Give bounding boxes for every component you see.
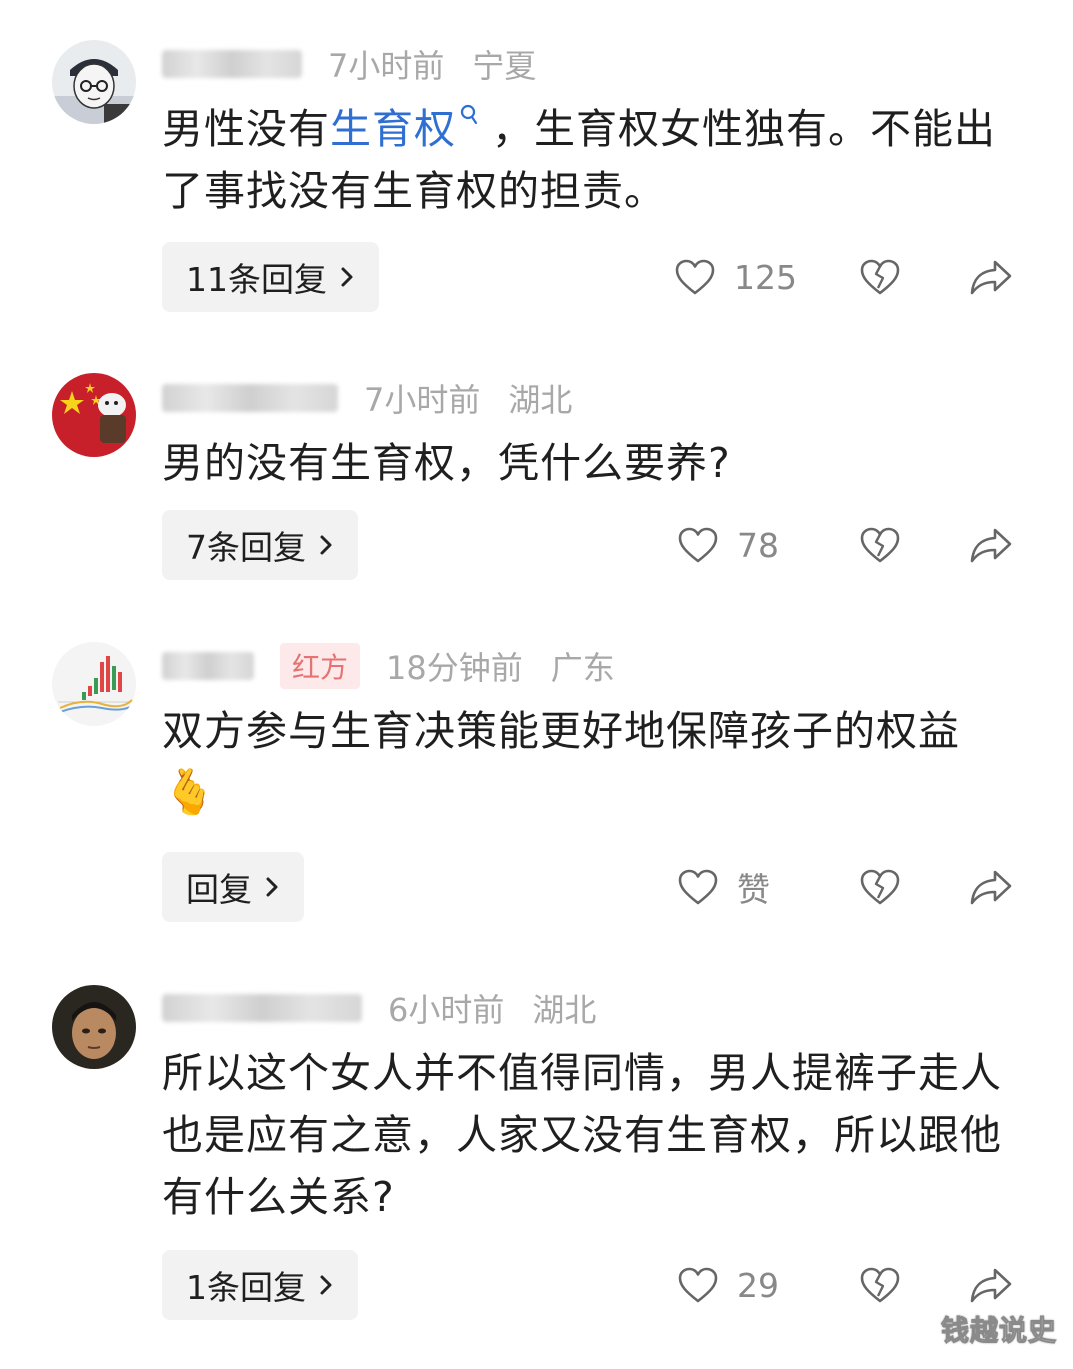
share-icon [970, 870, 1012, 905]
broken-heart-icon [860, 259, 900, 295]
dislike-button[interactable] [859, 526, 901, 564]
watermark: 钱越说史 [940, 1314, 1057, 1348]
comment-location: 湖北 [532, 991, 597, 1029]
comment-time: 6小时前 [388, 991, 505, 1029]
search-link-label: 生育权 [330, 105, 456, 153]
heart-icon [675, 259, 715, 295]
comment-location: 广东 [550, 649, 615, 687]
share-button[interactable] [969, 868, 1013, 906]
avatar[interactable] [52, 642, 136, 726]
username-blurred[interactable] [162, 384, 338, 412]
username-blurred[interactable] [162, 50, 302, 78]
like-count: 29 [737, 1265, 779, 1305]
view-replies-button[interactable]: 7条回复 [162, 510, 358, 580]
chevron-right-icon [320, 535, 332, 555]
search-link[interactable]: 生育权 [330, 104, 492, 153]
share-icon [970, 528, 1012, 563]
reply-button[interactable]: 回复 [162, 852, 304, 922]
comment-location: 湖北 [508, 381, 573, 419]
avatar[interactable] [52, 985, 136, 1069]
comment-text-part: 男性没有 [162, 105, 330, 153]
comment-actions: 赞 [677, 852, 1013, 922]
comment-time: 7小时前 [364, 381, 481, 419]
broken-heart-icon [860, 1267, 900, 1303]
like-count: 赞 [737, 870, 770, 909]
like-count: 125 [734, 257, 797, 297]
view-replies-button[interactable]: 1条回复 [162, 1250, 358, 1320]
chevron-right-icon [266, 877, 278, 897]
reply-count-label: 11条回复 [186, 260, 327, 299]
comment-time: 7小时前 [328, 47, 445, 85]
like-button[interactable]: 赞 [677, 863, 797, 911]
comment-actions: 125 [674, 242, 1013, 312]
dislike-button[interactable] [859, 258, 901, 296]
side-tag-badge: 红方 [280, 643, 361, 689]
dislike-button[interactable] [859, 1266, 901, 1304]
username-blurred[interactable] [162, 994, 362, 1022]
reply-count-label: 7条回复 [186, 528, 306, 567]
like-button[interactable]: 29 [677, 1266, 797, 1305]
comment-meta: 7小时前 宁夏 [162, 44, 537, 85]
username-blurred[interactable] [162, 652, 254, 680]
reply-label: 回复 [186, 870, 252, 909]
broken-heart-icon [860, 869, 900, 905]
comment-text-part: 双方参与生育决策能更好地保障孩子的权益 [162, 707, 960, 755]
like-button[interactable]: 78 [677, 526, 797, 565]
comment-text: 双方参与生育决策能更好地保障孩子的权益 🫰 [162, 700, 1002, 824]
broken-heart-icon [860, 527, 900, 563]
heart-icon [678, 869, 718, 905]
view-replies-button[interactable]: 11条回复 [162, 242, 379, 312]
comment-time: 18分钟前 [386, 649, 523, 687]
comment-text: 男的没有生育权，凭什么要养? [162, 439, 731, 487]
comment-meta: 7小时前 湖北 [162, 378, 573, 419]
like-button[interactable]: 125 [674, 258, 797, 297]
like-count: 78 [737, 525, 779, 565]
chevron-right-icon [320, 1275, 332, 1295]
comment-text: 所以这个女人并不值得同情，男人提裤子走人也是应有之意，人家又没有生育权，所以跟他… [162, 1049, 1002, 1221]
share-button[interactable] [969, 258, 1013, 296]
avatar[interactable] [52, 40, 136, 124]
finger-heart-emoji: 🫰 [162, 767, 218, 818]
heart-icon [678, 1267, 718, 1303]
comment-meta: 红方 18分钟前 广东 [162, 643, 615, 689]
share-button[interactable] [969, 1266, 1013, 1304]
share-icon [970, 260, 1012, 295]
comment-location: 宁夏 [472, 47, 537, 85]
chevron-right-icon [341, 267, 353, 287]
search-icon [460, 104, 478, 125]
avatar[interactable] [52, 373, 136, 457]
dislike-button[interactable] [859, 868, 901, 906]
share-icon [970, 1268, 1012, 1303]
heart-icon [678, 527, 718, 563]
comment-meta: 6小时前 湖北 [162, 988, 597, 1029]
share-button[interactable] [969, 526, 1013, 564]
reply-count-label: 1条回复 [186, 1268, 306, 1307]
comment-actions: 78 [677, 510, 1013, 580]
comment-text: 男性没有生育权 ，生育权女性独有。不能出了事找没有生育权的担责。 [162, 98, 1002, 222]
